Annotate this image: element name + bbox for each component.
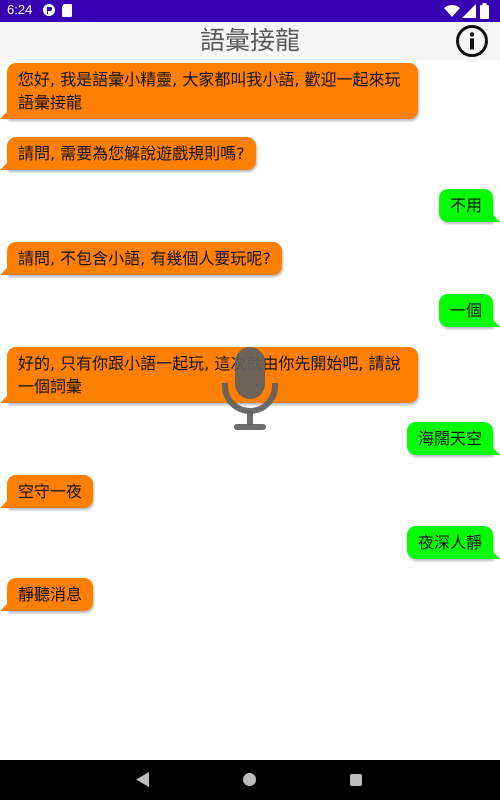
navigation-bar bbox=[0, 760, 500, 800]
page-title: 語彙接龍 bbox=[199, 26, 300, 55]
bot-message: 請問, 不包含小語, 有幾個人要玩呢? bbox=[0, 242, 282, 275]
back-icon[interactable] bbox=[136, 772, 149, 787]
wifi-icon bbox=[444, 4, 460, 17]
recents-icon[interactable] bbox=[350, 774, 362, 786]
status-time: 6:24 bbox=[7, 2, 33, 17]
user-message: 海闊天空 bbox=[406, 422, 500, 455]
user-message: 夜深人靜 bbox=[406, 526, 500, 559]
app-icon bbox=[43, 4, 55, 16]
user-message: 不用 bbox=[438, 189, 500, 222]
battery-icon bbox=[480, 3, 489, 19]
bot-message: 空守一夜 bbox=[0, 475, 94, 508]
sd-card-icon bbox=[62, 4, 72, 17]
bot-message: 好的, 只有你跟小語一起玩, 這次就由你先開始吧, 請說一個詞彙 bbox=[0, 347, 418, 403]
bot-message: 請問, 需要為您解說遊戲規則嗎? bbox=[0, 137, 256, 170]
microphone-icon[interactable] bbox=[217, 345, 283, 435]
bot-message: 您好, 我是語彙小精靈, 大家都叫我小語, 歡迎一起來玩語彙接龍 bbox=[0, 63, 418, 119]
app-bar: 語彙接龍 bbox=[0, 22, 500, 60]
status-indicators bbox=[444, 3, 494, 19]
bot-message: 靜聽消息 bbox=[0, 578, 94, 611]
status-bar: 6:24 bbox=[0, 0, 500, 22]
user-message: 一個 bbox=[438, 294, 500, 327]
home-icon[interactable] bbox=[243, 773, 256, 786]
info-icon[interactable] bbox=[455, 24, 489, 58]
signal-icon bbox=[462, 4, 476, 18]
